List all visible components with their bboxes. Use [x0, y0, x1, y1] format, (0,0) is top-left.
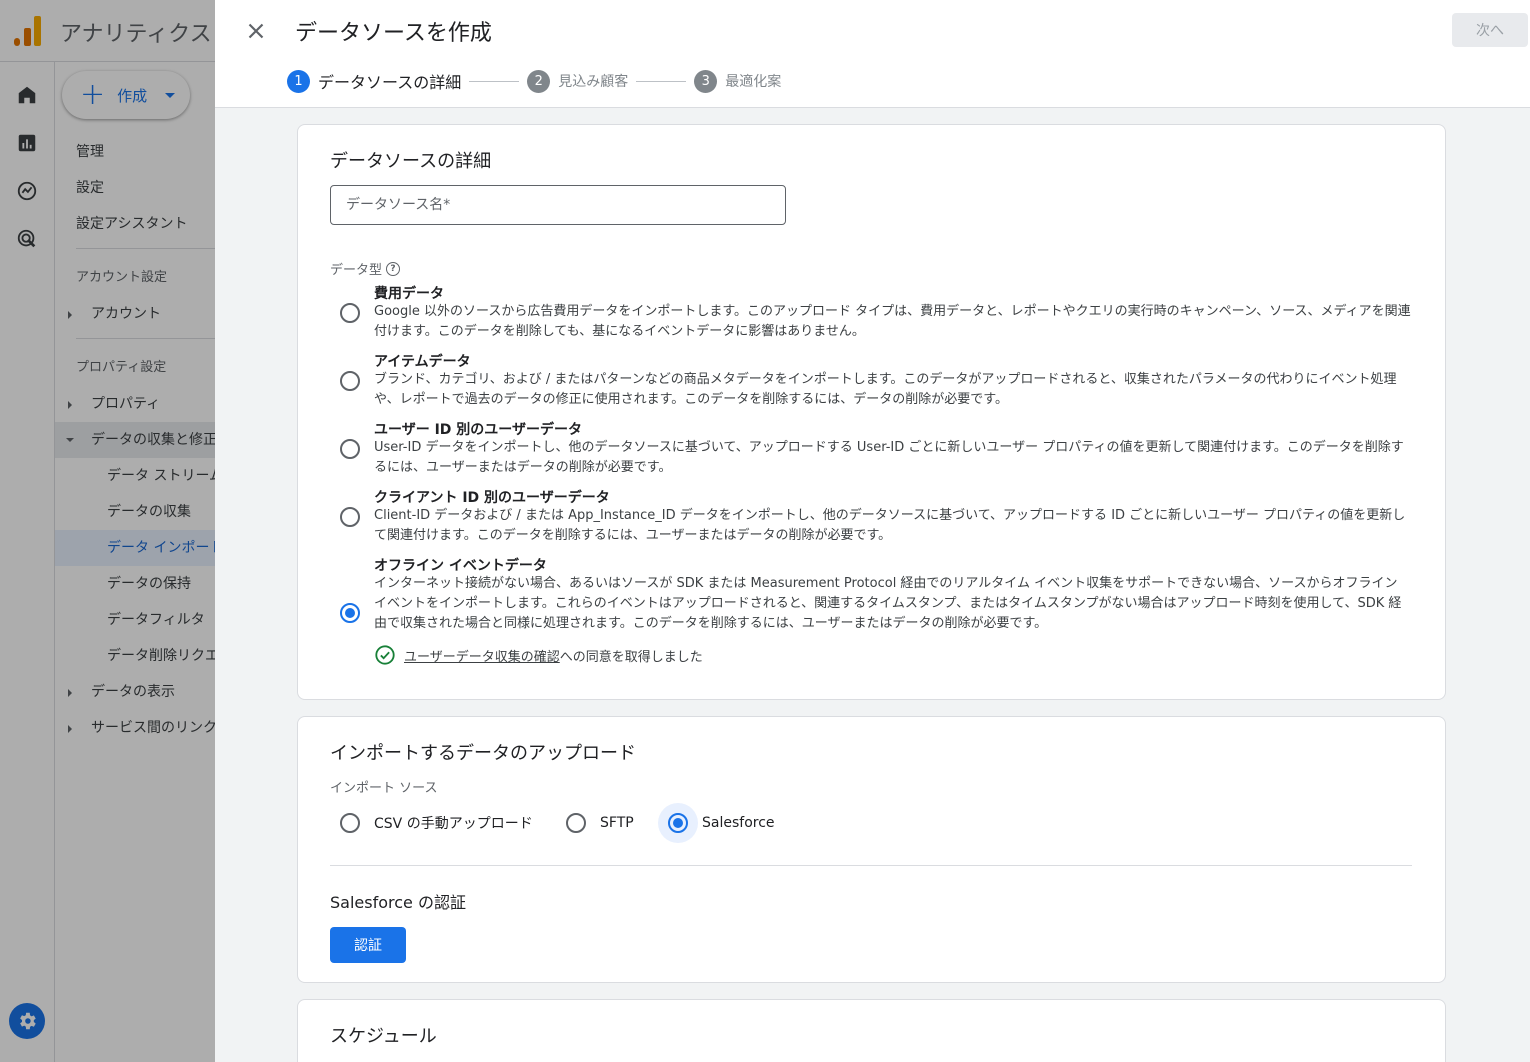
close-icon[interactable] — [243, 18, 269, 44]
data-type-option-item[interactable]: アイテムデータ ブランド、カテゴリ、および / またはパターンなどの商品メタデー… — [330, 351, 1420, 411]
next-button[interactable]: 次へ — [1452, 13, 1528, 47]
radio-button[interactable] — [340, 813, 360, 833]
dialog-header: データソースを作成 次へ 1 データソースの詳細 2 見込み顧客 3 最適化案 — [215, 0, 1530, 108]
data-type-option-client-id[interactable]: クライアント ID 別のユーザーデータ Client-ID データおよび / ま… — [330, 487, 1420, 547]
radio-button[interactable] — [340, 439, 360, 459]
step-label: 最適化案 — [725, 74, 782, 90]
option-title: アイテムデータ — [374, 354, 471, 370]
data-type-option-user-id[interactable]: ユーザー ID 別のユーザーデータ User-ID データをインポートし、他のデ… — [330, 419, 1420, 479]
step-label: データソースの詳細 — [318, 73, 462, 92]
schedule-card: スケジュール — [297, 999, 1446, 1062]
import-source-options: CSV の手動アップロード SFTP Salesforce — [330, 803, 930, 843]
check-circle-icon — [375, 645, 395, 665]
option-description: Google 以外のソースから広告費用データをインポートします。このアップロード… — [374, 304, 1411, 339]
dialog-title: データソースを作成 — [295, 21, 492, 46]
consent-confirmation: ユーザーデータ収集の確認への同意を取得しました — [374, 644, 703, 666]
data-type-label: データ型 ? — [330, 259, 401, 278]
source-option-csv[interactable]: CSV の手動アップロード — [330, 805, 533, 841]
data-type-option-offline-event[interactable]: オフライン イベントデータ インターネット接続がない場合、あるいはソースが SD… — [330, 555, 1420, 635]
data-source-name-input[interactable] — [330, 185, 786, 225]
data-source-details-card: データソースの詳細 データ型 ? 費用データ Google 以外のソースから広告… — [297, 124, 1446, 700]
data-type-label-text: データ型 — [330, 263, 383, 278]
option-title: ユーザー ID 別のユーザーデータ — [374, 422, 583, 438]
step-1: 1 データソースの詳細 — [287, 69, 461, 93]
option-title: クライアント ID 別のユーザーデータ — [374, 490, 610, 506]
radio-button[interactable] — [340, 507, 360, 527]
radio-button[interactable] — [340, 303, 360, 323]
salesforce-auth-title: Salesforce の認証 — [330, 893, 466, 912]
upload-card-title: インポートするデータのアップロード — [330, 743, 636, 764]
option-description: インターネット接続がない場合、あるいはソースが SDK または Measurem… — [374, 576, 1402, 631]
source-option-salesforce[interactable]: Salesforce — [658, 803, 775, 843]
option-description: Client-ID データおよび / または App_Instance_ID デ… — [374, 508, 1406, 543]
option-description: ブランド、カテゴリ、および / またはパターンなどの商品メタデータをインポートし… — [374, 372, 1397, 407]
radio-button-selected[interactable] — [340, 603, 360, 623]
consent-text: への同意を取得しました — [559, 649, 703, 665]
help-icon[interactable]: ? — [386, 261, 401, 276]
step-label: 見込み顧客 — [558, 74, 629, 90]
radio-button[interactable] — [566, 813, 586, 833]
radio-button[interactable] — [340, 371, 360, 391]
step-2: 2 見込み顧客 — [527, 69, 629, 93]
step-number: 3 — [694, 69, 718, 93]
source-label: SFTP — [600, 815, 634, 831]
step-3: 3 最適化案 — [694, 69, 782, 93]
section-divider — [330, 865, 1412, 866]
schedule-card-title: スケジュール — [330, 1026, 437, 1047]
stepper: 1 データソースの詳細 2 見込み顧客 3 最適化案 — [287, 69, 781, 93]
step-connector — [636, 80, 687, 82]
source-label: CSV の手動アップロード — [374, 816, 533, 832]
details-card-title: データソースの詳細 — [330, 151, 492, 172]
step-connector — [469, 80, 520, 82]
source-option-sftp[interactable]: SFTP — [556, 805, 634, 841]
step-number: 1 — [287, 69, 310, 93]
option-title: 費用データ — [374, 286, 444, 302]
data-type-option-cost[interactable]: 費用データ Google 以外のソースから広告費用データをインポートします。この… — [330, 283, 1420, 343]
step-number: 2 — [527, 69, 551, 93]
create-data-source-dialog: データソースを作成 次へ 1 データソースの詳細 2 見込み顧客 3 最適化案 … — [215, 0, 1530, 1062]
upload-data-card: インポートするデータのアップロード インポート ソース CSV の手動アップロー… — [297, 716, 1446, 983]
radio-button-selected[interactable] — [668, 813, 688, 833]
option-title: オフライン イベントデータ — [374, 558, 547, 574]
import-source-label: インポート ソース — [330, 781, 438, 796]
authenticate-button[interactable]: 認証 — [330, 927, 406, 963]
option-description: User-ID データをインポートし、他のデータソースに基づいて、アップロードす… — [374, 440, 1404, 475]
source-label: Salesforce — [702, 815, 775, 831]
consent-link[interactable]: ユーザーデータ収集の確認 — [404, 650, 560, 665]
